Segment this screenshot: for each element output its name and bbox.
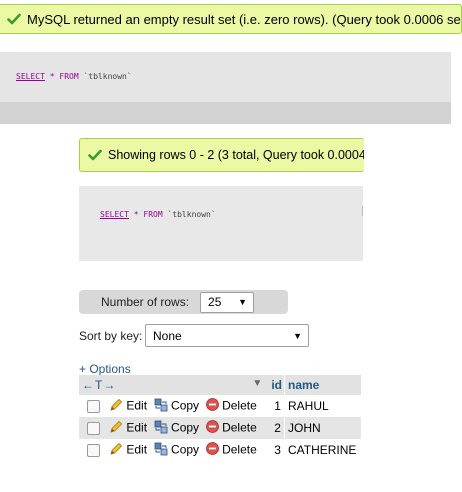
edit-link[interactable]: Edit bbox=[126, 398, 147, 412]
column-header-name[interactable]: name bbox=[283, 375, 361, 395]
sql-star: * bbox=[49, 72, 55, 81]
delete-link[interactable]: Delete bbox=[222, 442, 257, 456]
nav-arrows-text: ←T→ bbox=[82, 378, 117, 392]
pencil-icon[interactable] bbox=[109, 420, 123, 437]
table-row: Edit Copy Delete 1 RAHUL bbox=[79, 395, 361, 417]
success-message-top: MySQL returned an empty result set (i.e.… bbox=[0, 4, 462, 34]
row-checkbox-cell bbox=[79, 417, 106, 439]
check-icon bbox=[88, 148, 102, 162]
results-table: ←T→ ▼ id name Edit Copy Delete 1 RAHUL Edi… bbox=[79, 375, 361, 461]
sql-keyword-from: FROM bbox=[59, 72, 79, 81]
edit-link[interactable]: Edit bbox=[126, 420, 147, 434]
column-nav-arrows[interactable]: ←T→ ▼ bbox=[79, 375, 269, 395]
copy-link[interactable]: Copy bbox=[171, 442, 199, 456]
cell-id: 2 bbox=[268, 417, 285, 439]
dropdown-arrow-icon: ▼ bbox=[293, 330, 302, 341]
row-checkbox[interactable] bbox=[87, 422, 100, 436]
cell-name: CATHERINE bbox=[283, 439, 361, 461]
cell-name: RAHUL bbox=[283, 395, 361, 417]
number-of-rows-value: 25 bbox=[208, 295, 222, 309]
options-link[interactable]: + Options bbox=[79, 362, 131, 376]
row-actions: Edit Copy Delete bbox=[106, 439, 269, 461]
pencil-icon[interactable] bbox=[109, 398, 123, 415]
cell-id: 1 bbox=[268, 395, 285, 417]
delete-icon[interactable] bbox=[205, 420, 219, 436]
row-checkbox-cell bbox=[79, 395, 106, 417]
row-actions: Edit Copy Delete bbox=[106, 395, 269, 417]
triangle-down-icon[interactable]: ▼ bbox=[252, 378, 262, 389]
sql-box-footer-top bbox=[0, 102, 451, 124]
copy-link[interactable]: Copy bbox=[171, 398, 199, 412]
result-message-text: Showing rows 0 - 2 (3 total, Query took … bbox=[108, 148, 364, 162]
sql-table-name: `tblknown` bbox=[167, 210, 216, 219]
pencil-icon[interactable] bbox=[109, 442, 123, 459]
number-of-rows-select[interactable]: 25 ▼ bbox=[200, 291, 255, 313]
copy-icon[interactable] bbox=[154, 442, 168, 459]
success-message-result: Showing rows 0 - 2 (3 total, Query took … bbox=[79, 138, 364, 172]
delete-link[interactable]: Delete bbox=[222, 420, 257, 434]
delete-icon[interactable] bbox=[205, 398, 219, 414]
sql-table-name: `tblknown` bbox=[83, 72, 132, 81]
edit-link[interactable]: Edit bbox=[126, 442, 147, 456]
check-icon bbox=[7, 12, 21, 26]
cell-name: JOHN bbox=[283, 417, 361, 439]
sql-query-box-top: SELECT * FROM `tblknown` bbox=[0, 52, 451, 102]
sort-by-key-label: Sort by key: bbox=[79, 329, 143, 343]
row-checkbox-cell bbox=[79, 439, 106, 461]
number-of-rows-label: Number of rows: bbox=[101, 295, 190, 309]
sql-keyword-select[interactable]: SELECT bbox=[100, 210, 129, 219]
sql-star: * bbox=[133, 210, 139, 219]
number-of-rows-bar: Number of rows: 25 ▼ bbox=[79, 290, 288, 314]
dropdown-arrow-icon: ▼ bbox=[238, 297, 248, 307]
cell-id: 3 bbox=[268, 439, 285, 461]
sql-query-box-result: SELECT * FROM `tblknown` bbox=[79, 186, 363, 261]
delete-link[interactable]: Delete bbox=[222, 398, 257, 412]
delete-icon[interactable] bbox=[205, 442, 219, 458]
copy-icon[interactable] bbox=[154, 420, 168, 437]
sql-keyword-select[interactable]: SELECT bbox=[16, 72, 45, 81]
sort-by-key-select[interactable]: None ▼ bbox=[145, 324, 309, 347]
sort-by-key-value: None bbox=[153, 328, 182, 343]
sql-keyword-from: FROM bbox=[143, 210, 163, 219]
copy-link[interactable]: Copy bbox=[171, 420, 199, 434]
row-checkbox[interactable] bbox=[87, 444, 100, 458]
copy-icon[interactable] bbox=[154, 398, 168, 415]
row-checkbox[interactable] bbox=[87, 400, 100, 414]
success-message-text: MySQL returned an empty result set (i.e.… bbox=[27, 11, 462, 27]
table-row: Edit Copy Delete 3 CATHERINE bbox=[79, 439, 361, 461]
sql-box-divider bbox=[362, 206, 363, 216]
table-header-row: ←T→ ▼ id name bbox=[79, 375, 361, 395]
row-actions: Edit Copy Delete bbox=[106, 417, 269, 439]
column-header-id[interactable]: id bbox=[268, 375, 285, 395]
table-row: Edit Copy Delete 2 JOHN bbox=[79, 417, 361, 439]
